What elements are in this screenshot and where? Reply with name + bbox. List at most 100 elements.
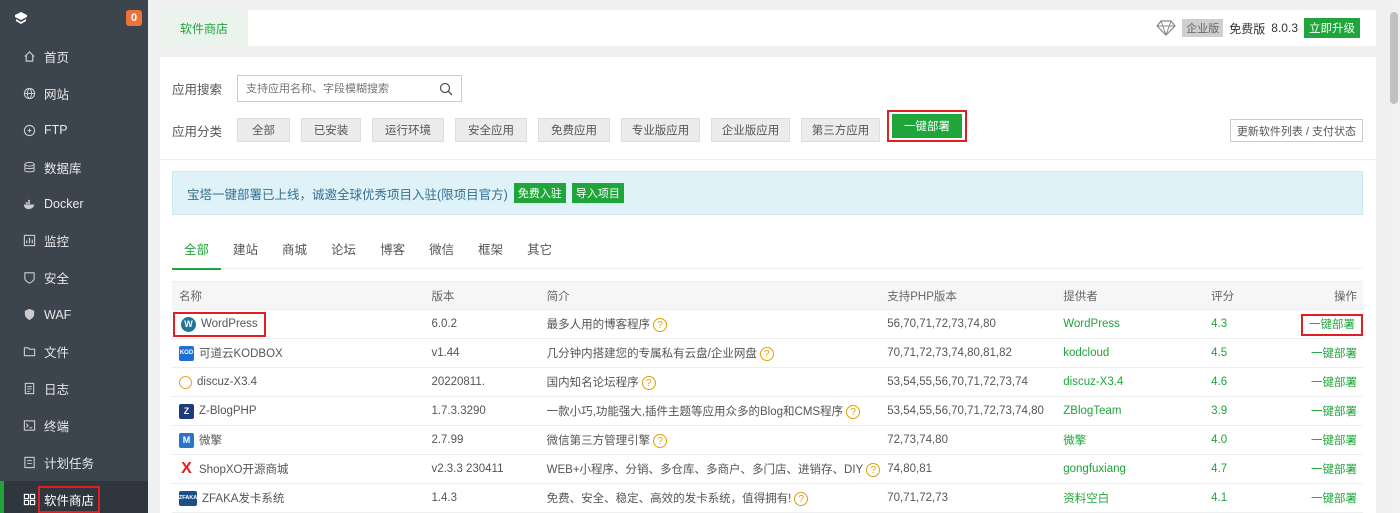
category-buttons: 全部 已安装 运行环境 安全应用 免费应用 专业版应用 企业版应用 第三方应用 … (237, 110, 967, 142)
category-runtime[interactable]: 运行环境 (372, 118, 444, 142)
category-third-party[interactable]: 第三方应用 (801, 118, 880, 142)
sidebar-item-label: 网站 (44, 87, 70, 102)
app-provider[interactable]: discuz-X3.4 (1056, 367, 1205, 397)
logo-icon[interactable] (14, 11, 28, 25)
page-scrollbar[interactable] (1388, 0, 1400, 513)
help-icon[interactable]: ? (759, 347, 774, 362)
app-score: 4.5 (1204, 338, 1294, 368)
sidebar-item-files[interactable]: 文件 (0, 333, 148, 370)
category-free[interactable]: 免费应用 (538, 118, 610, 142)
help-icon[interactable]: ? (653, 434, 668, 449)
diamond-icon (1156, 20, 1177, 36)
col-score: 评分 (1204, 281, 1294, 310)
search-input[interactable] (246, 82, 431, 95)
app-desc: 几分钟内搭建您的专属私有云盘/企业网盘 (546, 347, 757, 360)
sidebar-item-home[interactable]: 首页 (0, 38, 148, 75)
tab-software-store[interactable]: 软件商店 (160, 10, 249, 46)
category-installed[interactable]: 已安装 (301, 118, 361, 142)
import-project-button[interactable]: 导入项目 (571, 183, 624, 203)
tab-all[interactable]: 全部 (172, 227, 222, 270)
category-pro[interactable]: 专业版应用 (621, 118, 700, 142)
sidebar-item-cron[interactable]: 计划任务 (0, 444, 148, 481)
app-name-highlight: W WordPress (173, 311, 266, 337)
sidebar-item-ftp[interactable]: FTP (0, 112, 148, 149)
deploy-button[interactable]: 一键部署 (1294, 425, 1363, 455)
table-row: Z Z-BlogPHP 1.7.3.3290 一款小巧,功能强大,插件主题等应用… (172, 396, 1363, 426)
tab-mall[interactable]: 商城 (270, 227, 319, 269)
top-bar: 软件商店 企业版 免费版 8.0.3 立即升级 (160, 10, 1376, 46)
deploy-button[interactable]: 一键部署 (1294, 338, 1363, 368)
deploy-button[interactable]: 一键部署 (1301, 314, 1363, 336)
app-name-cell: ZFAKA ZFAKA发卡系统 (179, 490, 424, 506)
col-version: 版本 (424, 281, 540, 310)
app-version: 20220811. (424, 367, 540, 397)
help-icon[interactable]: ? (641, 376, 656, 391)
join-free-button[interactable]: 免费入驻 (513, 183, 566, 203)
sidebar-item-security[interactable]: 安全 (0, 259, 148, 296)
app-provider[interactable]: 微擎 (1056, 425, 1205, 455)
deploy-button[interactable]: 一键部署 (1294, 483, 1363, 513)
category-label: 应用分类 (172, 124, 223, 139)
col-desc: 简介 (539, 281, 881, 310)
notification-badge[interactable]: 0 (126, 10, 142, 26)
upgrade-button[interactable]: 立即升级 (1304, 18, 1360, 38)
app-provider[interactable]: WordPress (1056, 309, 1205, 339)
category-all[interactable]: 全部 (237, 118, 290, 142)
deploy-button[interactable]: 一键部署 (1294, 454, 1363, 484)
deploy-button[interactable]: 一键部署 (1294, 367, 1363, 397)
app-provider[interactable]: gongfuxiang (1056, 454, 1205, 484)
category-one-click-deploy[interactable]: 一键部署 (892, 114, 962, 138)
main-panel: 应用搜索 应用分类 全部 已安装 运行环境 安全应用 免费应用 专业版应用 企业… (160, 57, 1376, 513)
scroll-thumb[interactable] (1390, 12, 1398, 104)
tab-site[interactable]: 建站 (221, 227, 270, 269)
sidebar-item-website[interactable]: 网站 (0, 75, 148, 112)
app-version: v2.3.3 230411 (424, 454, 540, 484)
app-php: 74,80,81 (880, 454, 1057, 484)
sidebar-item-docker[interactable]: Docker (0, 186, 148, 223)
app-name-cell: Z Z-BlogPHP (179, 403, 424, 419)
deploy-button[interactable]: 一键部署 (1294, 396, 1363, 426)
sidebar-item-waf[interactable]: WAF (0, 296, 148, 333)
sidebar-item-logs[interactable]: 日志 (0, 370, 148, 407)
app-provider[interactable]: ZBlogTeam (1056, 396, 1205, 426)
table-row: discuz-X3.4 20220811. 国内知名论坛程序? 53,54,55… (172, 367, 1363, 397)
tab-forum[interactable]: 论坛 (319, 227, 368, 269)
tab-other[interactable]: 其它 (515, 227, 564, 269)
app-provider[interactable]: kodcloud (1056, 338, 1205, 368)
one-click-highlight: 一键部署 (887, 110, 967, 142)
category-enterprise[interactable]: 企业版应用 (711, 118, 790, 142)
help-icon[interactable]: ? (794, 492, 809, 507)
sidebar-nav: 首页 网站 FTP 数据库 Docker 监控 安全 WAF 文件 日志 终端 … (0, 36, 148, 513)
help-icon[interactable]: ? (653, 318, 668, 333)
sidebar-item-label: 文件 (44, 346, 70, 361)
refresh-list-button[interactable]: 更新软件列表 / 支付状态 (1229, 119, 1363, 142)
app-score: 4.3 (1204, 309, 1294, 339)
help-icon[interactable]: ? (846, 405, 861, 420)
help-icon[interactable]: ? (866, 463, 881, 478)
sidebar-item-monitor[interactable]: 监控 (0, 222, 148, 259)
zblog-icon: Z (179, 403, 194, 419)
tab-framework[interactable]: 框架 (466, 227, 515, 269)
sidebar-item-database[interactable]: 数据库 (0, 149, 148, 186)
category-security[interactable]: 安全应用 (455, 118, 527, 142)
app-name-cell: M 微擎 (179, 432, 424, 448)
zfaka-icon: ZFAKA (179, 490, 197, 506)
sidebar-item-terminal[interactable]: 终端 (0, 407, 148, 444)
app-php: 70,71,72,73,74,80,81,82 (880, 338, 1057, 368)
sidebar-item-store[interactable]: 软件商店 (0, 480, 148, 513)
app-provider[interactable]: 资料空白 (1056, 483, 1205, 513)
search-icon[interactable] (439, 82, 453, 96)
home-icon (22, 49, 36, 63)
tab-blog[interactable]: 博客 (368, 227, 417, 269)
app-name: ZFAKA发卡系统 (202, 493, 285, 505)
app-desc: WEB+小程序、分销、多仓库、多商户、多门店、进销存、DIY (546, 463, 864, 476)
enterprise-tag[interactable]: 企业版 (1182, 19, 1224, 37)
category-row: 应用分类 全部 已安装 运行环境 安全应用 免费应用 专业版应用 企业版应用 第… (172, 110, 967, 142)
table-row: ZFAKA ZFAKA发卡系统 1.4.3 免费、安全、稳定、高效的发卡系统，值… (172, 483, 1363, 513)
col-php: 支持PHP版本 (880, 281, 1057, 310)
tab-wechat[interactable]: 微信 (417, 227, 466, 269)
app-php: 56,70,71,72,73,74,80 (880, 309, 1057, 339)
apps-icon (22, 492, 36, 506)
search-label: 应用搜索 (172, 83, 223, 97)
table-header: 名称 版本 简介 支持PHP版本 提供者 评分 操作 (172, 281, 1363, 310)
